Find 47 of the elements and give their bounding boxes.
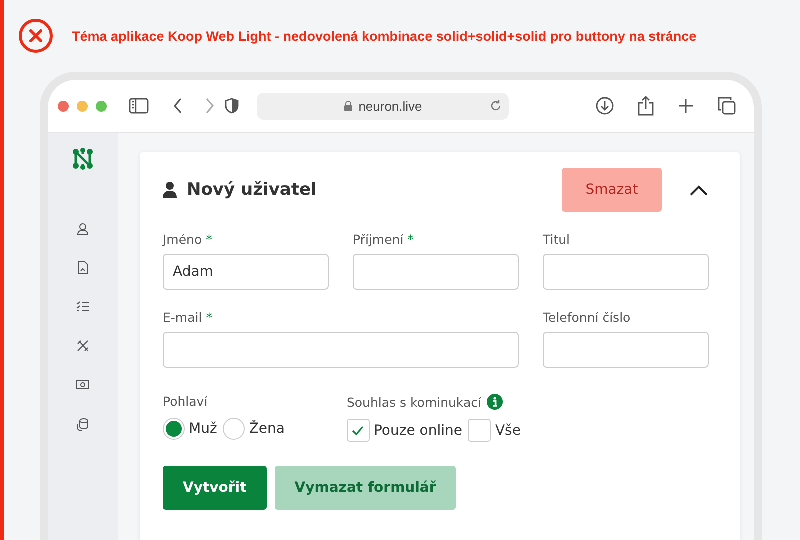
close-window-button[interactable] bbox=[58, 100, 69, 112]
banknote-icon[interactable] bbox=[76, 378, 90, 392]
user-icon bbox=[163, 182, 177, 198]
create-button[interactable]: Vytvořit bbox=[163, 466, 267, 510]
share-icon[interactable] bbox=[638, 96, 654, 116]
info-icon[interactable] bbox=[487, 394, 504, 410]
check-icon bbox=[352, 426, 364, 436]
radio-button[interactable] bbox=[223, 418, 246, 440]
coins-icon[interactable] bbox=[76, 417, 90, 431]
option-label: Žena bbox=[249, 421, 285, 437]
input-field[interactable] bbox=[543, 332, 709, 368]
option-label: Pouze online bbox=[374, 422, 462, 438]
address-bar[interactable]: neuron.live bbox=[257, 92, 509, 120]
clear-form-button[interactable]: Vymazat formulář bbox=[274, 466, 456, 510]
checklist-icon[interactable] bbox=[76, 300, 90, 314]
sidebar-toggle-icon[interactable] bbox=[129, 98, 149, 114]
tabs-icon[interactable] bbox=[718, 97, 736, 115]
plus-icon[interactable] bbox=[678, 98, 694, 114]
input-field[interactable]: Adam bbox=[163, 254, 329, 290]
download-icon[interactable] bbox=[596, 97, 614, 115]
field-label: Jméno * bbox=[163, 232, 214, 248]
group-label: Pohlaví bbox=[163, 394, 209, 409]
collapse-icon[interactable] bbox=[690, 184, 708, 196]
error-message: Téma aplikace Koop Web Light - nedovolená kombinace solid+solid+solid pro buttony na stránce bbox=[72, 28, 697, 44]
field-label: Telefonní číslo bbox=[543, 310, 632, 326]
option-label: Muž bbox=[189, 421, 218, 437]
input-field[interactable] bbox=[163, 332, 519, 368]
checkbox[interactable] bbox=[346, 419, 370, 442]
reload-icon[interactable] bbox=[489, 98, 503, 112]
field-label: Příjmení * bbox=[353, 232, 415, 248]
field-label: E-mail * bbox=[163, 310, 214, 326]
radio-button[interactable] bbox=[163, 418, 185, 440]
input-field[interactable] bbox=[543, 254, 709, 290]
document-icon[interactable] bbox=[76, 261, 90, 275]
input-field[interactable] bbox=[353, 254, 519, 290]
field-label: Titul bbox=[543, 232, 572, 248]
form-title: Nový uživatel bbox=[187, 180, 318, 200]
option-label: Vše bbox=[495, 422, 521, 438]
group-label: Souhlas s kominukací bbox=[346, 394, 482, 410]
delete-button[interactable]: Smazat bbox=[562, 168, 662, 212]
checkbox[interactable] bbox=[468, 419, 492, 442]
logo-icon bbox=[72, 148, 94, 170]
shield-icon[interactable] bbox=[225, 98, 239, 114]
back-icon[interactable] bbox=[173, 98, 183, 114]
lock-icon bbox=[344, 100, 353, 112]
user-icon[interactable] bbox=[76, 222, 90, 236]
error-icon bbox=[18, 18, 54, 54]
